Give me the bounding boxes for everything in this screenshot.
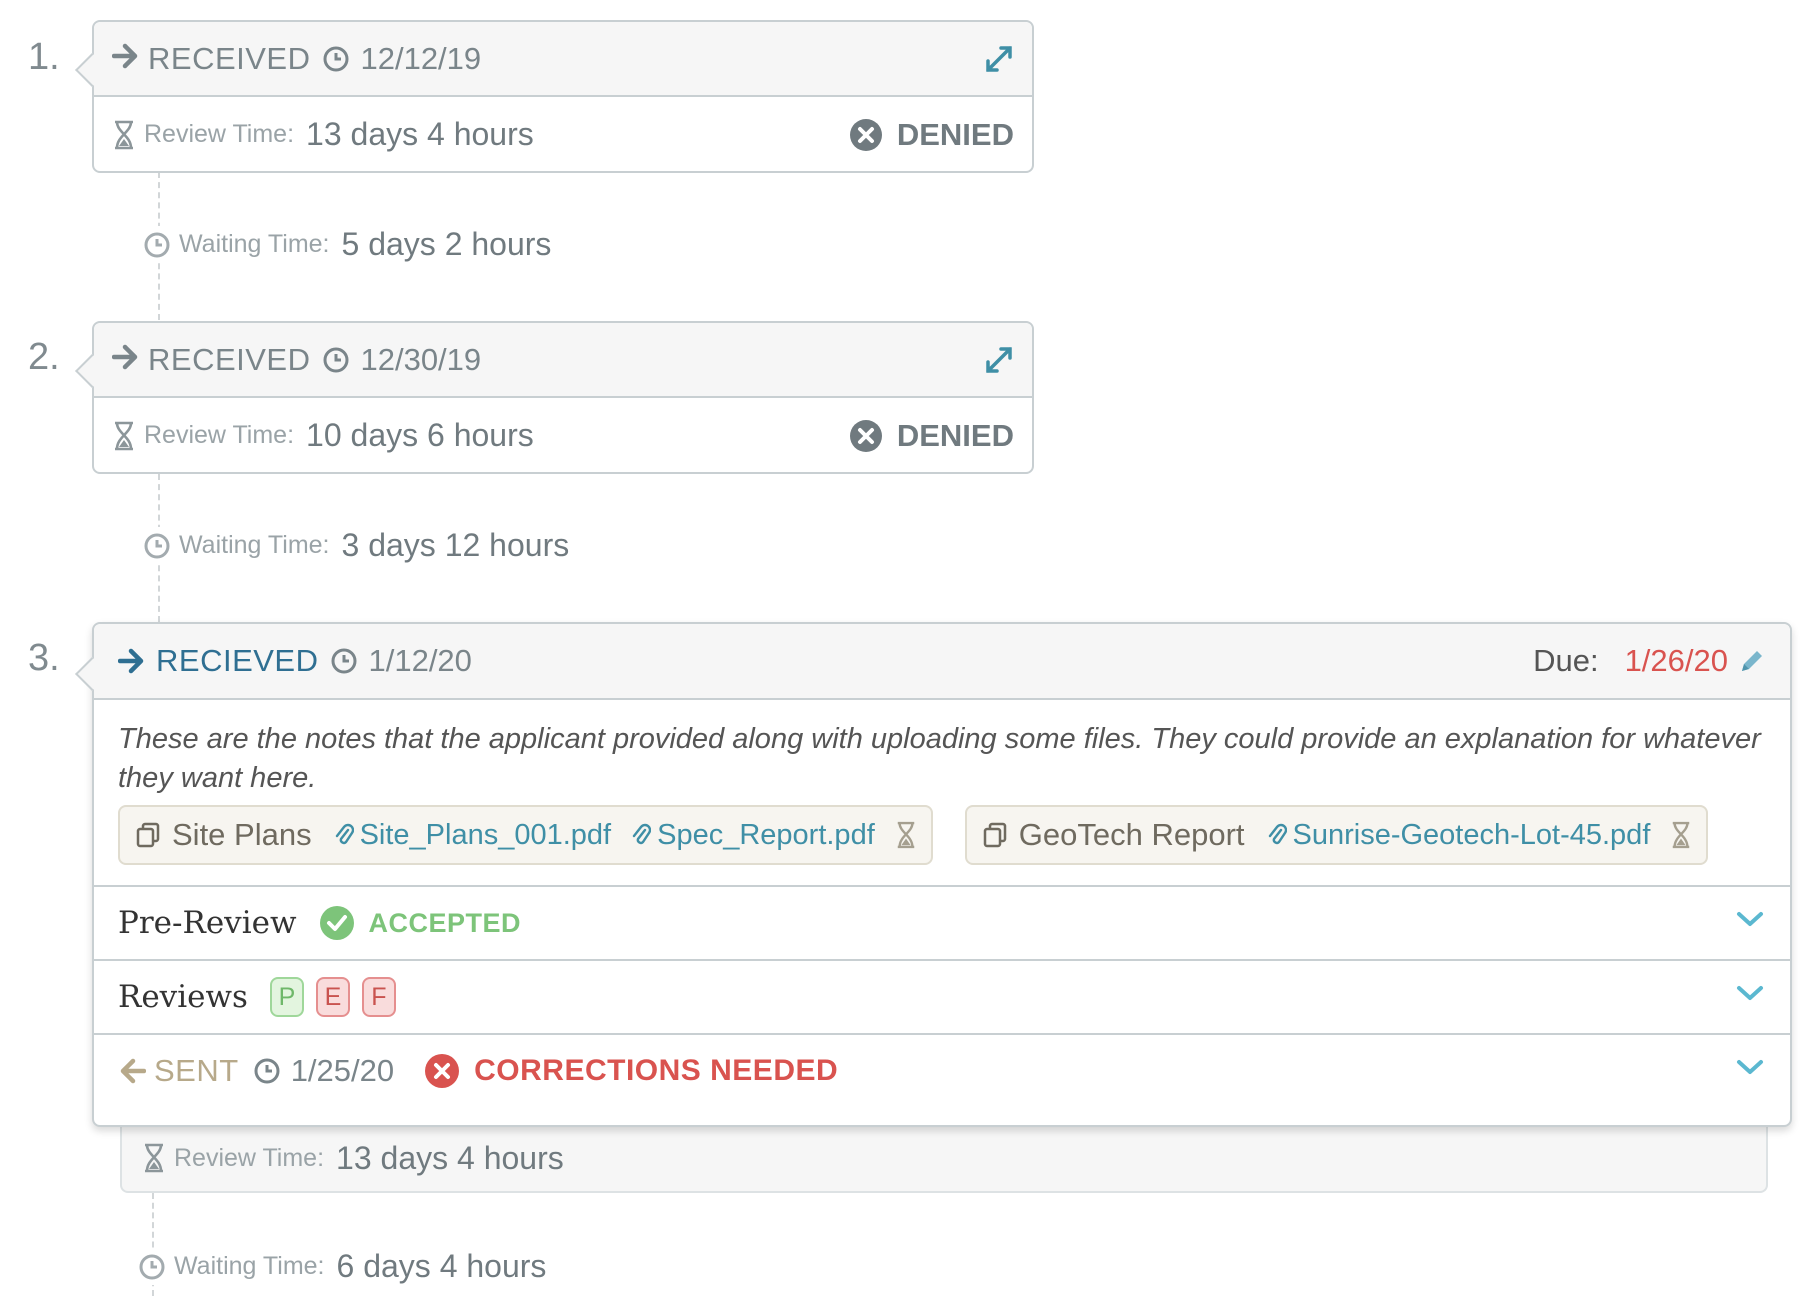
copy-icon (136, 822, 160, 848)
reviews-row[interactable]: Reviews P E F (94, 959, 1790, 1033)
x-circle-icon (849, 118, 882, 151)
review-time-value: 13 days 4 hours (336, 1139, 564, 1176)
review-time-value: 13 days 4 hours (306, 116, 534, 152)
file-group: GeoTech Report Sunrise-Geotech-Lot-45.pd… (964, 805, 1709, 865)
step-number: 1. (28, 36, 60, 78)
hourglass-icon (1673, 821, 1690, 849)
submission-card: RECEIVED 12/30/19 Review Time: 10 days 6… (75, 321, 1034, 474)
clock-icon (330, 647, 358, 675)
waiting-time-value: 6 days 4 hours (336, 1248, 547, 1284)
step-number: 2. (28, 336, 60, 378)
review-badges: P E F (269, 977, 396, 1017)
hourglass-icon (142, 1143, 166, 1173)
file-link[interactable]: Site_Plans_001.pdf (360, 819, 612, 852)
chevron-down-icon[interactable] (1736, 1057, 1764, 1082)
status-badge: DENIED (849, 117, 1014, 153)
waiting-time-value: 5 days 2 hours (341, 226, 552, 262)
hourglass-icon (897, 821, 915, 849)
review-time-value: 10 days 6 hours (306, 417, 534, 453)
card-header: RECIEVED 1/12/20 Due: 1/26/20 (94, 624, 1790, 700)
clock-icon (322, 45, 350, 73)
sent-label: SENT (154, 1053, 239, 1088)
waiting-time-value: 3 days 12 hours (341, 527, 570, 563)
status-text: DENIED (896, 417, 1014, 453)
chevron-down-icon[interactable] (1736, 983, 1764, 1008)
pre-review-row[interactable]: Pre-Review ACCEPTED (94, 885, 1790, 959)
received-date: 12/12/19 (360, 40, 482, 76)
clock-icon (144, 533, 170, 558)
copy-icon (983, 822, 1007, 848)
status-text: DENIED (896, 116, 1014, 152)
status-label: RECEIVED (148, 341, 311, 377)
sent-row[interactable]: SENT 1/25/20 CORRECTIONS NEEDED (94, 1033, 1790, 1107)
file-group: Site Plans Site_Plans_001.pdf Spec_Repor… (118, 805, 933, 865)
review-time-label: Review Time: (174, 1143, 325, 1172)
sent-date: 1/25/20 (290, 1053, 395, 1088)
submission-card: RECEIVED 12/12/19 Review Time: 13 days 4… (75, 20, 1034, 173)
clock-icon (144, 232, 170, 257)
clock-icon (139, 1254, 165, 1279)
hourglass-icon (112, 120, 136, 150)
reviews-title: Reviews (118, 979, 248, 1015)
sent-status: CORRECTIONS NEEDED (474, 1054, 839, 1087)
file-link[interactable]: Spec_Report.pdf (657, 819, 875, 852)
review-badge[interactable]: P (269, 977, 304, 1017)
file-group-name: GeoTech Report (1018, 817, 1245, 852)
arrow-left-icon (120, 1058, 146, 1084)
review-badge[interactable]: F (361, 977, 396, 1017)
paperclip-icon (335, 823, 354, 845)
waiting-time: Waiting Time: 3 days 12 hours (143, 527, 570, 564)
applicant-notes: These are the notes that the applicant p… (118, 723, 1761, 794)
paperclip-icon (1268, 823, 1287, 845)
review-badge[interactable]: E (315, 977, 350, 1017)
waiting-time-label: Waiting Time: (179, 531, 330, 559)
status-label: RECIEVED (156, 643, 319, 678)
status-label: RECEIVED (148, 40, 311, 76)
file-groups: Site Plans Site_Plans_001.pdf Spec_Repor… (94, 805, 1790, 885)
due-label: Due: (1533, 643, 1599, 678)
step-number: 3. (28, 637, 60, 679)
waiting-time-label: Waiting Time: (174, 1252, 325, 1280)
status-badge: DENIED (849, 418, 1014, 454)
review-time-footer: Review Time: 13 days 4 hours (120, 1125, 1768, 1193)
check-circle-icon (319, 906, 354, 940)
arrow-right-icon (111, 43, 140, 74)
hourglass-icon (112, 421, 136, 451)
received-date: 12/30/19 (360, 341, 482, 377)
due-date: 1/26/20 (1624, 643, 1728, 678)
card-body: Review Time: 10 days 6 hours DENIED (94, 398, 1032, 473)
file-link[interactable]: Sunrise-Geotech-Lot-45.pdf (1293, 819, 1651, 852)
due-date-group: Due: 1/26/20 (1533, 643, 1766, 679)
x-circle-icon (425, 1054, 460, 1088)
pre-review-title: Pre-Review (118, 905, 297, 941)
arrow-right-icon (118, 648, 146, 674)
waiting-time: Waiting Time: 5 days 2 hours (143, 226, 552, 263)
submission-card-expanded: RECIEVED 1/12/20 Due: 1/26/20 These are … (75, 622, 1792, 1127)
arrow-right-icon (111, 344, 140, 375)
clock-icon (253, 1057, 281, 1085)
clock-icon (322, 346, 350, 374)
x-circle-icon (849, 419, 882, 452)
card-header: RECEIVED 12/30/19 (94, 323, 1032, 398)
review-time-label: Review Time: (144, 120, 295, 148)
waiting-time: Waiting Time: 6 days 4 hours (138, 1248, 547, 1285)
chevron-down-icon[interactable] (1736, 909, 1764, 934)
received-date: 1/12/20 (368, 643, 472, 678)
expand-icon[interactable] (984, 44, 1014, 79)
expand-icon[interactable] (984, 345, 1014, 380)
file-group-name: Site Plans (172, 817, 312, 852)
pencil-icon[interactable] (1738, 647, 1766, 675)
waiting-time-label: Waiting Time: (179, 230, 330, 258)
card-header: RECEIVED 12/12/19 (94, 22, 1032, 97)
paperclip-icon (632, 823, 652, 845)
review-time-label: Review Time: (144, 421, 295, 449)
card-body: Review Time: 13 days 4 hours DENIED (94, 97, 1032, 172)
pre-review-status: ACCEPTED (368, 907, 522, 938)
